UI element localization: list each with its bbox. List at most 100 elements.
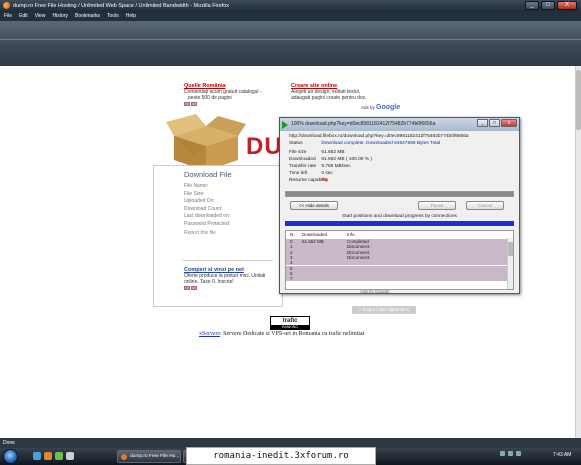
dialog-title: 100% download.php?key=d0ec8981182412f754… (291, 121, 436, 127)
menu-bar: File Edit View History Bookmarks Tools H… (0, 12, 581, 21)
ad-creare-site[interactable]: Creare site online Alegeti un design, ed… (291, 83, 366, 101)
menu-view[interactable]: View (35, 12, 46, 21)
window-controls: _ □ X (525, 1, 577, 10)
pause-button[interactable]: Pause (418, 201, 456, 210)
show-desktop-icon[interactable] (33, 452, 41, 460)
info-value: 61.652 MB (321, 150, 345, 155)
status-value: Download complete. Downloaded 64647598 B… (321, 141, 441, 146)
divider (183, 260, 273, 261)
ad-quelle-line2: peste 500 de pagini (188, 95, 232, 101)
taskbar-firefox-label: dump.ro Free File Ho... (130, 454, 180, 459)
ad-comperi-icons (184, 286, 265, 290)
connections-header: Start positions and download progress by… (342, 214, 457, 219)
close-button[interactable]: X (557, 1, 577, 10)
info-value: 61.652 MB ( 100.00 % ) (321, 157, 373, 162)
menu-help[interactable]: Help (126, 12, 136, 21)
info-value: 0 sec (321, 171, 333, 176)
play-icon (282, 121, 288, 129)
field-download-count: Download Count: (184, 205, 223, 212)
download-progress-bar (285, 191, 514, 197)
volume-icon[interactable] (508, 451, 513, 456)
field-password-protected: Password Protected: (184, 220, 231, 227)
firefox-icon (3, 2, 10, 9)
status-label: Status (289, 141, 303, 146)
table-scrollbar[interactable] (507, 238, 513, 289)
back-registration-button[interactable]: « Inapoi / Old registration (352, 306, 416, 314)
media-icon[interactable] (55, 452, 63, 460)
info-row: Time left 0 sec (289, 171, 333, 176)
page-scrollbar[interactable] (575, 66, 581, 438)
xservers-link[interactable]: xServers (199, 331, 220, 337)
info-row: Resume capability No (289, 178, 329, 183)
clock[interactable]: 7:43 AM (553, 452, 571, 458)
field-uploaded-on: Uploaded On: (184, 198, 215, 204)
info-value: 9.758 MB/sec (321, 164, 351, 169)
info-row: Transfer rate 9.758 MB/sec (289, 164, 351, 169)
info-row: Downloaded 61.652 MB ( 100.00 % ) (289, 157, 372, 162)
tray-app-icon[interactable] (516, 451, 521, 456)
xservers-footer: xServers: Servere Dedicate si VPS-uri in… (199, 331, 364, 337)
trafic-label: trafic (282, 318, 298, 324)
hide-details-button[interactable]: << Hide details (290, 201, 338, 210)
xservers-text: : Servere Dedicate si VPS-uri in Romania… (220, 331, 365, 337)
system-tray (500, 451, 521, 456)
window-switch-icon[interactable] (66, 452, 74, 460)
download-dialog: 100% download.php?key=d0ec8981182412f754… (279, 117, 520, 294)
menu-history[interactable]: History (52, 12, 68, 21)
cell-n: 7 (290, 276, 293, 282)
minimize-button[interactable]: _ (525, 1, 539, 10)
dialog-close-button[interactable]: x (501, 119, 517, 127)
toolbar-area (0, 21, 581, 66)
maximize-button[interactable]: □ (541, 1, 555, 10)
ad-comperi[interactable]: Comperi si vinzi pe net Oferte produce l… (184, 267, 265, 290)
menu-bookmarks[interactable]: Bookmarks (75, 12, 100, 21)
info-row: File size 61.652 MB (289, 150, 345, 155)
info-label: Resume capability (289, 178, 329, 183)
connections-progress-bar (285, 221, 514, 226)
ranking-label: RANKING (271, 325, 309, 330)
download-fields: File Name: File Size: Uploaded On: Downl… (184, 183, 230, 228)
download-progress-fill (286, 192, 513, 196)
menu-edit[interactable]: Edit (19, 12, 28, 21)
table-row[interactable]: 7 (286, 276, 508, 282)
ad-quelle-icons (184, 102, 262, 106)
info-value: No (321, 178, 328, 183)
report-file-link[interactable]: Report this file (184, 230, 216, 236)
info-label: Transfer rate (289, 164, 317, 169)
field-file-name: File Name: (184, 183, 209, 189)
dialog-title-bar: 100% download.php?key=d0ec8981182412f754… (280, 118, 519, 131)
info-label: File size (289, 150, 307, 155)
browser-title-bar: dump.ro Free File Hosting / Unlimited We… (0, 0, 581, 12)
network-icon[interactable] (500, 451, 505, 456)
firefox-icon (121, 454, 127, 460)
google-logo: Google (376, 104, 401, 111)
ads-by-label: Ads by (361, 105, 375, 110)
menu-tools[interactable]: Tools (107, 12, 119, 21)
ad-creare-line2: adaugati pagini create pentru dvs. (291, 95, 367, 101)
trafic-ranking-badge[interactable]: trafic RANKING (270, 316, 310, 330)
download-file-title: Download File (184, 170, 232, 179)
site-logo-text: DU (246, 133, 283, 160)
firefox-quicklaunch-icon[interactable] (44, 452, 52, 460)
connections-table: N. Downloaded Info 0 61.652 MB Completed… (285, 230, 514, 290)
ad-quelle[interactable]: Quelle România Comandați acum gratuit ca… (184, 83, 262, 106)
start-button-icon[interactable] (3, 449, 18, 464)
col-info: Info (347, 232, 355, 237)
menu-file[interactable]: File (4, 12, 12, 21)
field-file-size: File Size: (184, 190, 205, 197)
status-row: Status Download complete. Downloaded 646… (289, 141, 440, 146)
dialog-maximize-button[interactable]: □ (489, 119, 500, 127)
taskbar-firefox[interactable]: dump.ro Free File Ho... (117, 450, 181, 463)
ad-comperi-line2: online. Taxe 0. Inscrie! (184, 279, 234, 285)
cancel-button[interactable]: Cancel (466, 201, 504, 210)
dialog-controls: _ □ x (477, 119, 517, 127)
dialog-ads-footer[interactable]: Ads by Google (360, 289, 390, 294)
col-downloaded: Downloaded (302, 232, 328, 237)
watermark: romania-inedit.3xforum.ro (186, 447, 376, 465)
box-logo-icon (166, 114, 246, 171)
table-header: N. Downloaded Info (286, 231, 513, 238)
field-last-downloaded: Last downloaded on: (184, 213, 231, 219)
ads-by-google[interactable]: Ads by Google (361, 104, 400, 111)
col-n: N. (290, 232, 295, 237)
dialog-minimize-button[interactable]: _ (477, 119, 488, 127)
